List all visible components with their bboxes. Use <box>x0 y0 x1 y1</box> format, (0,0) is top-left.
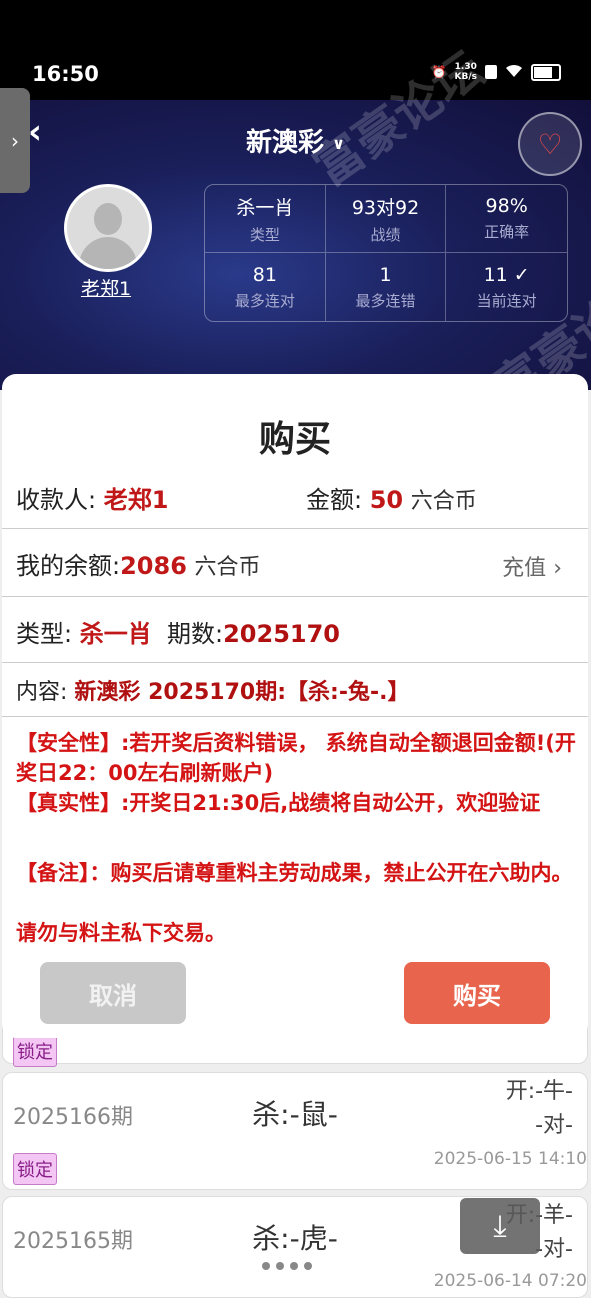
username[interactable]: 老郑1 <box>60 274 152 301</box>
content-row: 内容: 新澳彩 2025170期:【杀:-兔-.】 <box>16 680 410 705</box>
status-time: 16:50 <box>32 62 99 86</box>
stats-panel: 杀一肖 类型 93对92 战绩 98% 正确率 81 最多连对 1 最多连错 11 ✓ 当前… <box>204 184 568 322</box>
authenticity-notice: 【真实性】:开奖日21:30后,战绩将自动公开，欢迎验证 <box>16 791 541 815</box>
stat-record: 93对92 战绩 <box>325 185 447 253</box>
status-icons: ⏰ 1.30 KB/s <box>432 62 561 82</box>
favorite-button[interactable]: ♡ <box>518 112 582 176</box>
lock-badge: 锁定 <box>13 1035 57 1067</box>
cancel-button[interactable]: 取消 <box>40 962 186 1024</box>
wifi-icon <box>505 64 523 81</box>
download-button[interactable]: ⤓ <box>460 1198 540 1254</box>
download-icon: ⤓ <box>493 1208 507 1244</box>
buy-button[interactable]: 购买 <box>404 962 550 1024</box>
chevron-right-icon: › <box>553 556 562 581</box>
purchase-dialog: 购买 收款人: 老郑1 金额: 50 六合币 我的余额:2086 六合币 充值 … <box>2 374 588 1038</box>
recharge-link[interactable]: 充值 › <box>502 550 562 582</box>
remark-notice: 【备注】：购买后请尊重料主劳动成果，禁止公开在六助内。 <box>16 861 573 885</box>
safety-notice: 【安全性】:若开奖后资料错误， 系统自动全额退回金额!(开奖日22：00左右刷新… <box>16 731 576 785</box>
stat-max-streak: 81 最多连对 <box>205 253 326 321</box>
type-row: 类型: 杀一肖 期数:2025170 <box>16 620 340 648</box>
avatar[interactable] <box>64 184 152 272</box>
page-indicator <box>262 1262 312 1270</box>
stat-max-miss: 1 最多连错 <box>326 253 447 321</box>
stat-current-streak: 11 ✓ 当前连对 <box>476 263 537 310</box>
amount-value: 50 <box>369 486 404 514</box>
network-speed: 1.30 KB/s <box>454 62 477 82</box>
payee-row: 收款人: 老郑1 金额: 50 六合币 <box>16 486 477 514</box>
heart-icon: ♡ <box>537 127 563 161</box>
lock-badge: 锁定 <box>13 1153 57 1185</box>
battery-icon <box>531 63 561 81</box>
stat-type: 杀一肖 类型 <box>205 185 326 253</box>
alarm-icon: ⏰ <box>431 65 447 79</box>
chevron-down-icon: ∨ <box>332 134 345 153</box>
status-bar: 16:50 ⏰ 1.30 KB/s <box>0 0 591 100</box>
balance-row: 我的余额:2086 六合币 <box>16 552 261 580</box>
balance-value: 2086 <box>120 552 187 580</box>
page-title[interactable]: 新澳彩 ∨ <box>0 122 591 159</box>
stat-accuracy: 98% 正确率 <box>446 185 567 253</box>
payee-name: 老郑1 <box>103 486 169 514</box>
warning-notice: 请勿与料主私下交易。 <box>16 921 226 945</box>
dialog-title: 购买 <box>258 419 331 460</box>
sim-icon <box>485 65 497 79</box>
list-item[interactable]: 2025166期 杀:-鼠- 开:-牛- -对- 2025-06-15 14:10… <box>2 1072 588 1190</box>
